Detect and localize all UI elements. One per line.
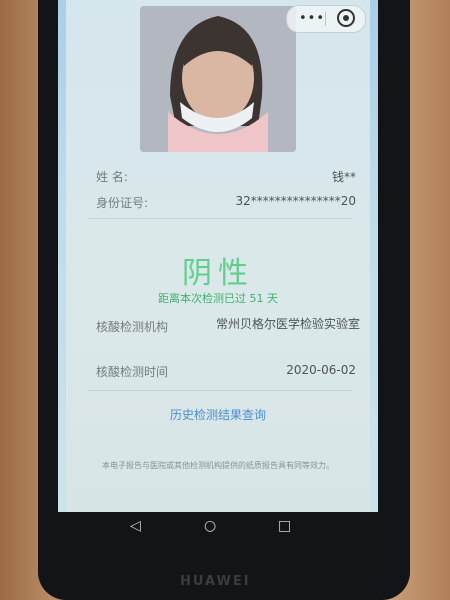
footer-note: 本电子报告与医院或其他检测机构提供的纸质报告具有同等效力。 xyxy=(102,461,334,470)
institution-value: 常州贝格尔医学检验实验室 xyxy=(216,317,361,331)
id-label: 身份证号: xyxy=(96,196,149,210)
test-time-value: 2020-06-02 xyxy=(286,363,356,377)
mini-program-capsule: ••• xyxy=(286,5,366,33)
close-target-icon[interactable] xyxy=(337,9,355,27)
more-dots-icon[interactable]: ••• xyxy=(299,11,325,26)
brand-logo: HUAWEI xyxy=(180,574,251,589)
name-label: 姓 名: xyxy=(96,170,128,184)
report-card: ••• 姓 名: 钱** 身份证号: 32***************20 阴… xyxy=(66,0,370,512)
institution-label: 核酸检测机构 xyxy=(96,320,169,334)
test-result: 阴性 xyxy=(182,256,254,291)
name-value: 钱** xyxy=(331,170,356,184)
recent-apps-icon[interactable]: □ xyxy=(278,518,291,534)
divider xyxy=(88,218,352,219)
test-time-label: 核酸检测时间 xyxy=(96,365,169,379)
days-since-test: 距离本次检测已过 51 天 xyxy=(158,292,278,305)
home-icon[interactable]: ○ xyxy=(204,518,216,534)
back-icon[interactable]: ◁ xyxy=(130,518,141,534)
divider xyxy=(88,390,352,391)
person-photo xyxy=(140,6,296,152)
phone-screen: ••• 姓 名: 钱** 身份证号: 32***************20 阴… xyxy=(58,0,378,512)
capsule-divider xyxy=(325,12,326,26)
android-navbar: ◁ ○ □ xyxy=(58,512,378,542)
id-value: 32***************20 xyxy=(235,194,356,208)
history-query-link[interactable]: 历史检测结果查询 xyxy=(66,406,370,423)
